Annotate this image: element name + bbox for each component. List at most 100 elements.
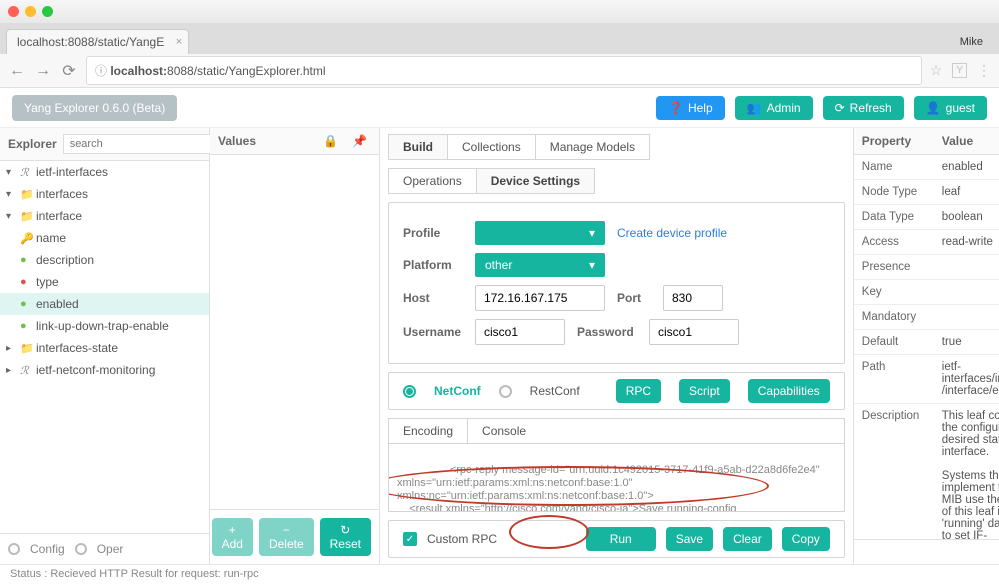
app-brand: Yang Explorer 0.6.0 (Beta) bbox=[12, 95, 177, 121]
forward-icon[interactable]: → bbox=[34, 62, 52, 80]
chevron-down-icon: ▾ bbox=[589, 258, 595, 272]
property-value: This leaf contains the configured, desir… bbox=[934, 404, 999, 539]
main-tabs: Build Collections Manage Models bbox=[388, 134, 650, 160]
leafr-icon: ● bbox=[20, 276, 32, 288]
lock-icon[interactable]: 🔒 bbox=[319, 134, 342, 148]
values-body bbox=[210, 155, 379, 509]
create-profile-link[interactable]: Create device profile bbox=[617, 226, 727, 240]
close-tab-icon[interactable]: × bbox=[176, 36, 182, 48]
netconf-radio[interactable] bbox=[403, 385, 416, 398]
tab-title: localhost:8088/static/YangE bbox=[17, 35, 164, 49]
chevron-down-icon: ▾ bbox=[589, 226, 595, 240]
model-tree[interactable]: ▾ℛietf-interfaces▾📁interfaces▾📁interface… bbox=[0, 161, 209, 533]
folder-icon: 📁 bbox=[20, 210, 32, 223]
property-key: Name bbox=[854, 155, 934, 179]
tree-node[interactable]: ▾📁interface bbox=[0, 205, 209, 227]
bottom-action-bar: ✓ Custom RPC Run Save Clear Copy bbox=[388, 520, 845, 558]
console-output[interactable]: <rpc-reply message-id="urn:uuid:1c492015… bbox=[389, 444, 844, 511]
tree-node[interactable]: ●link-up-down-trap-enable bbox=[0, 315, 209, 337]
R-icon: ℛ bbox=[20, 166, 32, 179]
browser-tabbar: localhost:8088/static/YangE × Mike bbox=[0, 24, 999, 54]
tree-label: interfaces bbox=[36, 187, 88, 201]
run-button[interactable]: Run bbox=[586, 527, 656, 551]
port-input[interactable] bbox=[663, 285, 723, 311]
menu-icon[interactable]: ⋮ bbox=[977, 62, 991, 79]
reset-button[interactable]: ↻ Reset bbox=[320, 518, 371, 556]
tab-encoding[interactable]: Encoding bbox=[389, 419, 468, 443]
platform-select[interactable]: other▾ bbox=[475, 253, 605, 277]
minimize-dot-icon[interactable] bbox=[25, 6, 36, 17]
oper-radio[interactable] bbox=[75, 543, 87, 555]
sub-tabs: Operations Device Settings bbox=[388, 168, 595, 194]
folder-icon: 📁 bbox=[20, 342, 32, 355]
tree-label: type bbox=[36, 275, 59, 289]
username-label: Username bbox=[403, 325, 463, 339]
netconf-label: NetConf bbox=[434, 384, 481, 398]
explorer-search-input[interactable] bbox=[63, 134, 219, 154]
capabilities-button[interactable]: Capabilities bbox=[748, 379, 830, 403]
platform-label: Platform bbox=[403, 258, 463, 272]
property-key: Key bbox=[854, 280, 934, 304]
prop-header-property: Property bbox=[854, 128, 934, 154]
profile-name[interactable]: Mike bbox=[950, 30, 993, 54]
tab-build[interactable]: Build bbox=[389, 135, 448, 159]
star-icon[interactable]: ☆ bbox=[930, 62, 943, 79]
window-titlebar bbox=[0, 0, 999, 24]
tab-operations[interactable]: Operations bbox=[389, 169, 477, 193]
delete-button[interactable]: − Delete bbox=[259, 518, 314, 556]
tab-collections[interactable]: Collections bbox=[448, 135, 536, 159]
property-row: Data Typeboolean bbox=[854, 205, 999, 230]
tree-node[interactable]: ▸📁interfaces-state bbox=[0, 337, 209, 359]
property-row: Accessread-write bbox=[854, 230, 999, 255]
tree-label: interfaces-state bbox=[36, 341, 118, 355]
profile-select[interactable]: ▾ bbox=[475, 221, 605, 245]
tree-node[interactable]: ●enabled bbox=[0, 293, 209, 315]
pin-icon[interactable]: 📌 bbox=[348, 134, 371, 148]
tree-node[interactable]: ▸ℛietf-netconf-monitoring bbox=[0, 359, 209, 381]
clear-button[interactable]: Clear bbox=[723, 527, 772, 551]
restconf-radio[interactable] bbox=[499, 385, 512, 398]
rpc-button[interactable]: RPC bbox=[616, 379, 661, 403]
property-key: Description bbox=[854, 404, 934, 539]
annotation-ellipse-icon bbox=[509, 515, 589, 549]
host-input[interactable] bbox=[475, 285, 605, 311]
property-row: Nameenabled bbox=[854, 155, 999, 180]
config-label: Config bbox=[30, 542, 65, 556]
tree-node[interactable]: ▾📁interfaces bbox=[0, 183, 209, 205]
property-value bbox=[934, 280, 999, 304]
browser-tab[interactable]: localhost:8088/static/YangE × bbox=[6, 29, 189, 54]
tab-device-settings[interactable]: Device Settings bbox=[477, 169, 594, 193]
tab-console[interactable]: Console bbox=[468, 419, 540, 443]
tab-manage-models[interactable]: Manage Models bbox=[536, 135, 649, 159]
tree-node[interactable]: ●description bbox=[0, 249, 209, 271]
reload-icon[interactable]: ⟳ bbox=[60, 61, 78, 81]
script-button[interactable]: Script bbox=[679, 379, 730, 403]
back-icon[interactable]: ← bbox=[8, 62, 26, 80]
property-key: Presence bbox=[854, 255, 934, 279]
console-text: <rpc-reply message-id="urn:uuid:1c492015… bbox=[397, 464, 820, 511]
guest-button[interactable]: 👤guest bbox=[914, 96, 987, 120]
leafg-icon: ● bbox=[20, 254, 32, 266]
url-input[interactable]: ⓘ localhost:8088/static/YangExplorer.htm… bbox=[86, 56, 922, 85]
extension-icon[interactable]: Y bbox=[952, 63, 967, 78]
tree-node[interactable]: 🔑name bbox=[0, 227, 209, 249]
username-input[interactable] bbox=[475, 319, 565, 345]
property-value bbox=[934, 305, 999, 329]
help-button[interactable]: ❓Help bbox=[656, 96, 725, 120]
admin-button[interactable]: 👥Admin bbox=[735, 96, 813, 120]
close-dot-icon[interactable] bbox=[8, 6, 19, 17]
refresh-button[interactable]: ⟳Refresh bbox=[823, 96, 904, 120]
add-button[interactable]: + Add bbox=[212, 518, 253, 556]
maximize-dot-icon[interactable] bbox=[42, 6, 53, 17]
tree-node[interactable]: ▾ℛietf-interfaces bbox=[0, 161, 209, 183]
copy-button[interactable]: Copy bbox=[782, 527, 830, 551]
property-key: Node Type bbox=[854, 180, 934, 204]
save-button[interactable]: Save bbox=[666, 527, 713, 551]
tree-node[interactable]: ● type bbox=[0, 271, 209, 293]
property-row: Node Typeleaf bbox=[854, 180, 999, 205]
config-radio[interactable] bbox=[8, 543, 20, 555]
custom-rpc-checkbox[interactable]: ✓ bbox=[403, 532, 417, 546]
password-input[interactable] bbox=[649, 319, 739, 345]
host-label: Host bbox=[403, 291, 463, 305]
console-panel: Encoding Console <rpc-reply message-id="… bbox=[388, 418, 845, 512]
